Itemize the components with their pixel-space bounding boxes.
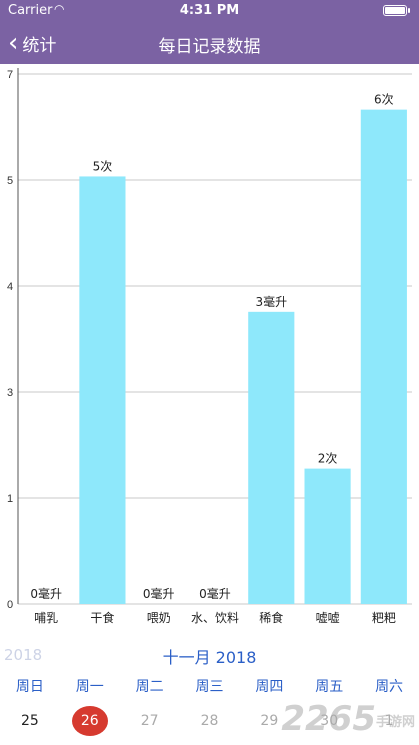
y-tick-label: 1 (7, 493, 13, 505)
navigation-bar: ‹ 统计 每日记录数据 (0, 22, 419, 64)
weekday-label: 周一 (75, 679, 104, 695)
bar-data-label: 2次 (318, 452, 338, 466)
x-category-label: 干食 (90, 610, 114, 625)
watermark-text: 2265 (281, 699, 376, 739)
weekday-label: 周二 (135, 679, 164, 695)
calendar-month-title: 十一月 2018 (162, 648, 257, 667)
calendar-day[interactable]: 28 (192, 706, 228, 736)
watermark-sub: 手游网 (375, 715, 415, 730)
chart-canvas: 0 1 3 4 5 7 0毫升哺乳 5次干食 0毫升喂奶 0毫升水、饮料 3毫升稀食 2次嘘嘘 6次粑粑 (7, 68, 412, 625)
calendar-weekday-row: 周日 周一 周二 周三 周四 周五 周六 (0, 676, 419, 696)
bar-data-label: 5次 (93, 159, 113, 173)
calendar-day[interactable]: 26 (71, 706, 108, 736)
x-category-label: 嘘嘘 (316, 611, 340, 625)
battery-level (385, 7, 405, 14)
x-category-label: 水、饮料 (191, 611, 239, 625)
bar-data-label: 0毫升 (143, 586, 175, 601)
calendar: 2018 十一月 2018 周日 周一 周二 周三 周四 周五 周六 25 26 27 28 29 3… (0, 630, 419, 745)
weekday-label: 周五 (315, 679, 344, 695)
weekday-label: 周日 (15, 679, 44, 695)
weekday-label: 周六 (375, 679, 404, 695)
calendar-day[interactable]: 27 (132, 706, 168, 736)
bar-data-label: 0毫升 (30, 586, 62, 601)
x-category-label: 哺乳 (34, 611, 58, 625)
y-tick-label: 7 (7, 69, 13, 81)
x-category-label: 稀食 (259, 610, 283, 625)
weekday-label: 周三 (195, 679, 224, 695)
bar (248, 311, 295, 604)
battery-icon (383, 5, 410, 16)
y-tick-label: 0 (7, 599, 13, 611)
calendar-day[interactable]: 25 (12, 706, 48, 736)
bar-data-label: 6次 (374, 93, 394, 107)
nav-header: Carrier ◠ 4:31 PM ‹ 统计 每日记录数据 (0, 0, 419, 64)
bar (79, 176, 126, 604)
x-category-label: 粑粑 (372, 611, 396, 625)
watermark-logo: 2265手游网 (281, 699, 415, 739)
bar-data-label: 3毫升 (255, 294, 287, 309)
y-tick-label: 4 (7, 281, 13, 293)
status-time: 4:31 PM (179, 3, 240, 18)
weekday-label: 周四 (255, 679, 284, 695)
bar-data-label: 0毫升 (199, 586, 231, 601)
x-category-label: 喂奶 (147, 611, 171, 625)
bar (304, 468, 351, 604)
bar (360, 109, 407, 604)
bar-chart: 0 1 3 4 5 7 0毫升哺乳 5次干食 0毫升喂奶 0毫升水、饮料 3毫升稀食 2次嘘嘘 6次粑粑 (0, 64, 419, 630)
y-tick-label: 5 (7, 175, 13, 187)
page-title: 每日记录数据 (158, 37, 261, 57)
status-bar: Carrier ◠ 4:31 PM (0, 0, 419, 22)
y-tick-label: 3 (7, 387, 13, 399)
